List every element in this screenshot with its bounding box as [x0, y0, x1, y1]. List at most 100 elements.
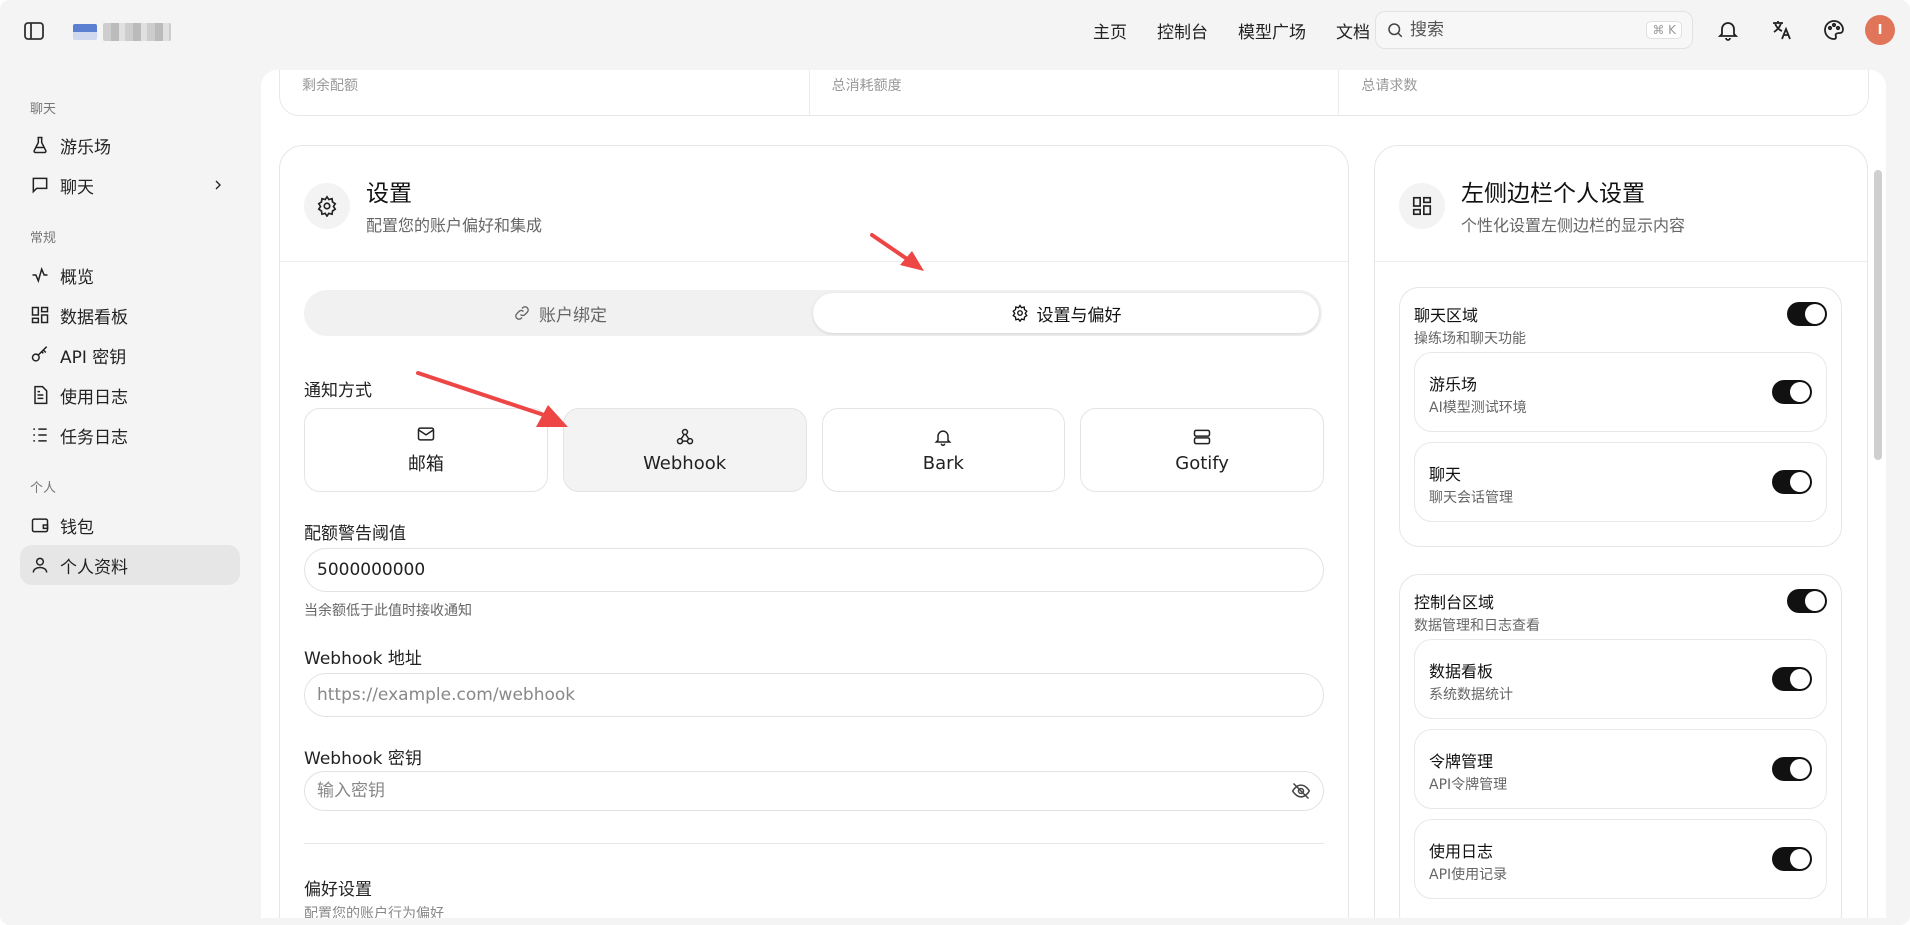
sidebar-item-dashboard[interactable]: 数据看板: [20, 295, 240, 335]
tab-label: 账户绑定: [539, 305, 607, 326]
toggle-usage-logs[interactable]: [1772, 847, 1812, 871]
sidebar-item-label: 钱包: [60, 517, 94, 538]
toggle-console-area[interactable]: [1787, 589, 1827, 613]
notify-option-bark[interactable]: Bark: [821, 408, 1066, 492]
sidebar-settings-subtitle: 个性化设置左侧边栏的显示内容: [1461, 215, 1686, 235]
top-nav: 主页 控制台 模型广场 文档: [1093, 18, 1370, 43]
webhook-secret-field[interactable]: [304, 771, 1324, 811]
webhook-url-field[interactable]: [304, 673, 1324, 717]
sidebar-item-profile[interactable]: 个人资料: [20, 545, 240, 585]
server-icon: [1193, 429, 1211, 444]
nav-docs[interactable]: 文档: [1336, 18, 1370, 43]
settings-head-icon-wrap: [304, 182, 350, 229]
section-divider: [304, 843, 1324, 844]
webhook-icon: [676, 428, 693, 444]
sub-item-title: 游乐场: [1429, 375, 1478, 394]
sub-item-dashboard: 数据看板 系统数据统计: [1414, 639, 1827, 719]
mail-icon: [417, 427, 435, 441]
key-icon: [31, 346, 48, 362]
sidebar-item-api-keys[interactable]: API 密钥: [20, 335, 240, 375]
sub-item-subtitle: 聊天会话管理: [1429, 490, 1513, 506]
toggle-chat[interactable]: [1772, 470, 1812, 494]
webhook-url-input[interactable]: [317, 685, 1311, 705]
notify-option-gotify[interactable]: Gotify: [1080, 408, 1324, 492]
sub-item-usage-logs: 使用日志 API使用记录: [1414, 819, 1827, 899]
sidebar-item-overview[interactable]: 概览: [20, 255, 240, 295]
sub-item-title: 数据看板: [1429, 662, 1494, 681]
notify-option-label: Bark: [922, 452, 964, 474]
sidebar-item-task-logs[interactable]: 任务日志: [20, 415, 240, 455]
webhook-secret-input[interactable]: [317, 781, 1291, 801]
sidebar-item-chat[interactable]: 聊天: [20, 165, 240, 205]
logo-mark: [73, 24, 97, 40]
notify-option-email[interactable]: 邮箱: [304, 408, 548, 492]
nav-model-square[interactable]: 模型广场: [1238, 18, 1306, 43]
tab-account-binding[interactable]: 账户绑定: [307, 293, 813, 333]
quota-threshold-field[interactable]: [304, 548, 1324, 592]
toggle-token-management[interactable]: [1772, 757, 1812, 781]
sidebar-settings-head-icon-wrap: [1399, 182, 1445, 229]
sidebar-section-chat: 聊天: [30, 102, 57, 117]
preferences-subtitle: 配置您的账户行为偏好: [304, 906, 444, 918]
palette-icon[interactable]: [1822, 18, 1846, 42]
settings-card-header: 设置 配置您的账户偏好和集成: [280, 146, 1348, 262]
sub-item-playground: 游乐场 AI模型测试环境: [1414, 352, 1827, 432]
sidebar-item-playground[interactable]: 游乐场: [20, 125, 240, 165]
stats-bar: 剩余配额 总消耗额度 总请求数: [279, 70, 1869, 116]
search-box[interactable]: ⌘ K: [1375, 11, 1693, 49]
sidebar-item-label: 使用日志: [60, 387, 128, 408]
preferences-title: 偏好设置: [304, 880, 372, 900]
scrollbar[interactable]: [1874, 170, 1882, 460]
toggle-chat-area[interactable]: [1787, 302, 1827, 326]
sidebar-item-label: 聊天: [60, 177, 94, 198]
chevron-right-icon: [215, 180, 221, 190]
eye-off-icon[interactable]: [1291, 781, 1311, 801]
main-content: 剩余配额 总消耗额度 总请求数 设置 配置您的账户偏好和集成 账户绑定 设置与偏…: [261, 70, 1886, 918]
toggle-dashboard[interactable]: [1772, 667, 1812, 691]
quota-threshold-input[interactable]: [317, 560, 1311, 580]
group-head: 控制台区域 数据管理和日志查看: [1400, 575, 1841, 639]
translate-icon[interactable]: [1770, 18, 1794, 42]
app-logo[interactable]: [73, 20, 177, 44]
top-header: 主页 控制台 模型广场 文档 ⌘ K I: [0, 0, 1910, 62]
bell-icon[interactable]: [1716, 18, 1740, 42]
nav-home[interactable]: 主页: [1093, 18, 1127, 43]
sidebar-item-label: 游乐场: [60, 137, 111, 158]
sidebar: 聊天 游乐场 聊天 常规 概览 数据看板 API 密钥 使用日志 任务日志 个人…: [0, 62, 258, 925]
stat-remaining-quota: 剩余配额: [280, 70, 810, 115]
settings-tabs: 账户绑定 设置与偏好: [304, 290, 1322, 336]
sidebar-item-usage-logs[interactable]: 使用日志: [20, 375, 240, 415]
sidebar-section-general: 常规: [30, 231, 57, 246]
settings-head-text: 设置 配置您的账户偏好和集成: [366, 174, 542, 236]
sidebar-item-wallet[interactable]: 钱包: [20, 505, 240, 545]
app-window: 主页 控制台 模型广场 文档 ⌘ K I 聊天 游乐场 聊天 常规 概览: [0, 0, 1910, 925]
notify-method-label: 通知方式: [304, 381, 372, 401]
link-icon: [515, 306, 529, 320]
tab-settings-preferences[interactable]: 设置与偏好: [813, 293, 1319, 333]
sidebar-item-label: 概览: [60, 267, 94, 288]
webhook-url-label: Webhook 地址: [304, 649, 422, 669]
flask-icon: [33, 136, 47, 154]
quota-threshold-label: 配额警告阈值: [304, 524, 406, 544]
group-subtitle: 操练场和聊天功能: [1414, 331, 1526, 347]
user-icon: [32, 557, 48, 573]
sub-item-chat: 聊天 聊天会话管理: [1414, 442, 1827, 522]
sidebar-settings-header: 左侧边栏个人设置 个性化设置左侧边栏的显示内容: [1375, 146, 1867, 262]
file-icon: [34, 385, 48, 405]
toggle-playground[interactable]: [1772, 380, 1812, 404]
notify-method-options: 邮箱 Webhook Bark Gotify: [304, 408, 1324, 492]
search-icon: [1388, 23, 1403, 38]
layout-grid-icon: [1412, 196, 1432, 215]
search-input[interactable]: [1410, 20, 1641, 40]
sub-item-subtitle: API使用记录: [1429, 867, 1508, 883]
stat-total-consumed: 总消耗额度: [810, 70, 1340, 115]
search-shortcut: ⌘ K: [1646, 21, 1682, 39]
sidebar-toggle-icon[interactable]: [22, 19, 46, 43]
wallet-icon: [31, 518, 49, 533]
nav-console[interactable]: 控制台: [1157, 18, 1208, 43]
settings-title: 设置: [366, 180, 412, 207]
user-avatar[interactable]: I: [1865, 15, 1895, 45]
group-subtitle: 数据管理和日志查看: [1414, 618, 1540, 634]
notify-option-webhook[interactable]: Webhook: [562, 408, 807, 492]
dashboard-icon: [31, 306, 49, 324]
